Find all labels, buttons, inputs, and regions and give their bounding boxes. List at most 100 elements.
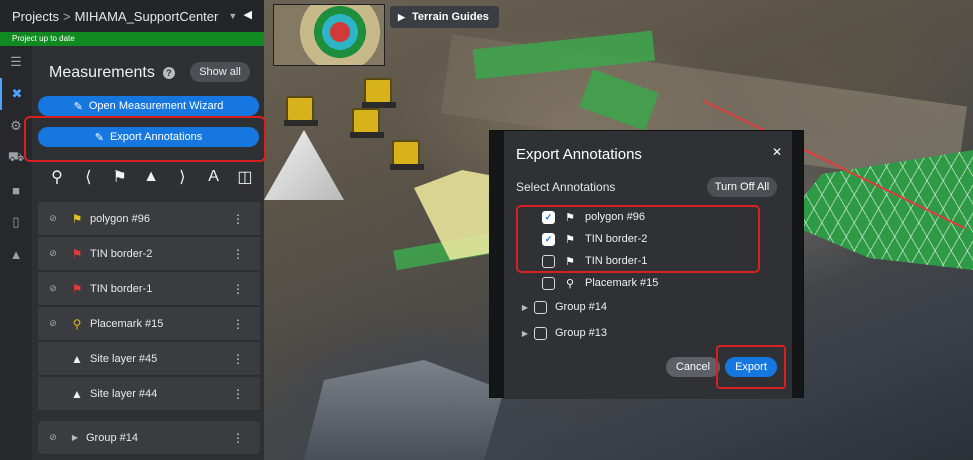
export-label: Export Annotations (109, 131, 203, 143)
option-label: Group #14 (555, 301, 607, 313)
chevron-right-icon[interactable]: ▶ (516, 329, 534, 338)
polygon-flag-icon: ⚑ (565, 211, 575, 224)
cancel-button[interactable]: Cancel (666, 357, 720, 377)
visibility-off-icon[interactable]: ⊘ (38, 213, 68, 224)
excavator-model (390, 140, 424, 170)
kebab-menu-icon[interactable]: ⋮ (232, 247, 244, 261)
kebab-menu-icon[interactable]: ⋮ (232, 352, 244, 366)
annotation-group-option[interactable]: ▶ Group #14 (516, 297, 607, 317)
annotation-option[interactable]: ⚑ TIN border-1 (524, 251, 647, 271)
checkbox-unchecked[interactable] (534, 326, 547, 340)
visibility-off-icon[interactable]: ⊘ (38, 248, 68, 259)
annotation-option[interactable]: ✓ ⚑ TIN border-2 (524, 229, 647, 249)
stockpile-mesh (264, 130, 344, 200)
dialog-title: Export Annotations (516, 146, 642, 163)
chevron-icon[interactable]: ⟩ (171, 167, 193, 187)
item-label: polygon #96 (90, 212, 150, 225)
kebab-menu-icon[interactable]: ⋮ (232, 317, 244, 331)
kebab-menu-icon[interactable]: ⋮ (232, 387, 244, 401)
kebab-menu-icon[interactable]: ⋮ (232, 282, 244, 296)
excavator-model (362, 78, 396, 108)
close-icon[interactable]: ✕ (772, 145, 782, 159)
checkbox-checked[interactable]: ✓ (542, 232, 555, 246)
group-row[interactable]: ⊘ ▶ Group #14 ⋮ (38, 421, 260, 455)
chevron-right-icon: ▶ (398, 12, 405, 22)
turn-off-all-button[interactable]: Turn Off All (707, 177, 777, 197)
collapse-left-icon[interactable]: ◀ (244, 8, 252, 21)
layers-icon[interactable]: ☰ (0, 46, 32, 78)
polygon-icon[interactable]: ⚑ (109, 167, 131, 187)
open-measurement-wizard-button[interactable]: ✎ Open Measurement Wizard (38, 96, 259, 116)
group-label: Group #14 (86, 431, 138, 444)
text-icon[interactable]: A (203, 168, 225, 186)
list-item[interactable]: ⊘ ⚲ Placemark #15 ⋮ (38, 307, 260, 341)
chevron-right-icon[interactable]: ▶ (516, 303, 534, 312)
measurements-panel: Measurements ? Show all ✎ Open Measureme… (24, 46, 266, 460)
folder-open-icon[interactable]: ◫ (234, 167, 256, 187)
project-name[interactable]: MIHAMA_SupportCenter (75, 9, 219, 24)
help-icon[interactable]: ? (162, 67, 175, 79)
kebab-menu-icon[interactable]: ⋮ (232, 431, 244, 445)
minimap[interactable] (273, 4, 385, 66)
objects-icon[interactable]: ▲ (0, 238, 32, 270)
tin-surface-mesh (784, 150, 973, 270)
item-label: TIN border-1 (90, 282, 153, 295)
folder-icon[interactable]: ■ (0, 174, 32, 206)
angle-icon[interactable]: ⟨ (77, 167, 99, 187)
option-label: TIN border-2 (585, 233, 648, 245)
annotation-option[interactable]: ⚲ Placemark #15 (524, 273, 658, 293)
polygon-flag-icon: ⚑ (71, 246, 83, 261)
list-item[interactable]: ⊘ ⚑ TIN border-2 ⋮ (38, 237, 260, 271)
kebab-menu-icon[interactable]: ⋮ (232, 212, 244, 226)
annotation-group-option[interactable]: ▶ Group #13 (516, 323, 607, 343)
placemark-icon[interactable]: ⚲ (46, 167, 68, 187)
checkbox-unchecked[interactable] (542, 276, 555, 290)
dialog-body: Export Annotations ✕ Select Annotations … (504, 131, 792, 399)
item-label: Site layer #44 (90, 387, 158, 400)
visibility-off-icon[interactable]: ⊘ (38, 432, 68, 443)
pencil-icon: ✎ (94, 131, 104, 144)
list-item[interactable]: ⊘ ⚑ polygon #96 ⋮ (38, 202, 260, 236)
terrain-guides-label: Terrain Guides (412, 11, 489, 23)
terrain-guides-toggle[interactable]: ▶ Terrain Guides (390, 6, 499, 28)
polygon-flag-icon: ⚑ (565, 233, 575, 246)
measure-icon[interactable]: ✖ (0, 78, 32, 110)
list-item[interactable]: ▲ Site layer #44 ⋮ (38, 377, 260, 411)
mountain-icon: ▲ (71, 351, 83, 366)
export-button[interactable]: Export (725, 357, 777, 377)
option-label: TIN border-1 (585, 255, 648, 267)
panel-title-text: Measurements (49, 64, 155, 81)
option-label: polygon #96 (585, 211, 645, 223)
show-all-button[interactable]: Show all (190, 62, 250, 82)
chevron-down-icon[interactable]: ▼ (228, 11, 237, 21)
excavator-model (284, 96, 318, 126)
device-icon[interactable]: ▯ (0, 206, 32, 238)
visibility-off-icon[interactable]: ⊘ (38, 318, 68, 329)
annotation-option[interactable]: ✓ ⚑ polygon #96 (524, 207, 645, 227)
export-annotations-dialog: Export Annotations ✕ Select Annotations … (489, 130, 804, 399)
option-label: Group #13 (555, 327, 607, 339)
breadcrumb-projects[interactable]: Projects (12, 9, 59, 24)
chevron-right-icon[interactable]: ▶ (68, 433, 82, 442)
status-bar: Project up to date (0, 32, 264, 46)
item-label: Site layer #45 (90, 352, 158, 365)
checkbox-unchecked[interactable] (534, 300, 547, 314)
panel-title: Measurements ? (49, 64, 175, 82)
export-annotations-button[interactable]: ✎ Export Annotations (38, 127, 259, 147)
mountain-icon: ▲ (71, 386, 83, 401)
checkbox-checked[interactable]: ✓ (542, 210, 555, 224)
option-label: Placemark #15 (585, 277, 659, 289)
list-item[interactable]: ▲ Site layer #45 ⋮ (38, 342, 260, 376)
item-label: TIN border-2 (90, 247, 153, 260)
list-item[interactable]: ⊘ ⚑ TIN border-1 ⋮ (38, 272, 260, 306)
visibility-off-icon[interactable]: ⊘ (38, 283, 68, 294)
placemark-icon: ⚲ (565, 277, 575, 290)
polygon-flag-icon: ⚑ (71, 211, 83, 226)
dialog-subtitle: Select Annotations (516, 180, 616, 194)
checkbox-unchecked[interactable] (542, 254, 555, 268)
breadcrumb-separator: > (62, 8, 71, 24)
mountain-icon[interactable]: ▲ (140, 168, 162, 186)
rock-mesh (304, 360, 504, 460)
wizard-label: Open Measurement Wizard (88, 100, 224, 112)
pencil-icon: ✎ (73, 100, 83, 113)
